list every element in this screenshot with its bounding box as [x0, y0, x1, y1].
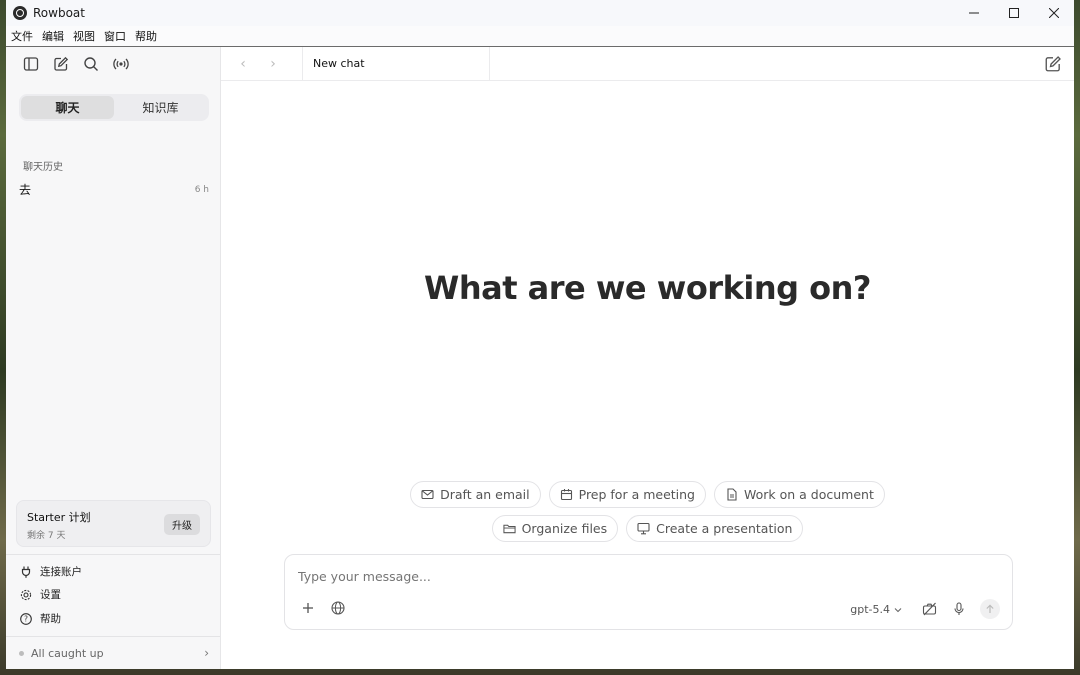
suggestion-work-document[interactable]: Work on a document [714, 481, 885, 508]
presentation-icon [637, 522, 650, 535]
suggestion-label: Work on a document [744, 487, 874, 502]
broadcast-icon[interactable] [111, 54, 131, 74]
tab-bar: ‹ › New chat [221, 46, 1074, 81]
suggestion-label: Organize files [521, 521, 608, 536]
plan-card: Starter 计划 剩余 7 天 升级 [16, 500, 211, 547]
back-arrow-icon[interactable]: ‹ [228, 56, 258, 72]
composer-actions: gpt-5.4 [850, 599, 1000, 619]
send-button[interactable] [980, 599, 1000, 619]
svg-text:?: ? [24, 614, 28, 623]
connect-accounts-label: 连接账户 [40, 566, 82, 578]
app-title: Rowboat [33, 6, 85, 20]
status-divider [6, 636, 220, 637]
sidebar: 聊天 知识库 聊天历史 去 6 h Starter 计划 剩余 7 天 升级 连… [6, 47, 221, 669]
compose-icon[interactable] [1044, 55, 1062, 73]
status-dot-icon [19, 650, 24, 656]
help-link[interactable]: ? 帮助 [20, 611, 61, 626]
main-area: 聊天 知识库 聊天历史 去 6 h Starter 计划 剩余 7 天 升级 连… [6, 46, 1074, 669]
chat-history-title: 去 [19, 183, 32, 197]
upgrade-button[interactable]: 升级 [164, 514, 200, 535]
camera-off-icon[interactable] [920, 600, 938, 618]
plug-icon [20, 566, 32, 578]
tab-knowledge-base[interactable]: 知识库 [114, 96, 207, 119]
minimize-button[interactable] [954, 0, 994, 26]
chat-history-item[interactable]: 去 6 h [19, 181, 209, 198]
suggestion-label: Draft an email [440, 487, 530, 502]
model-select[interactable]: gpt-5.4 [850, 603, 902, 616]
suggestion-draft-email[interactable]: Draft an email [410, 481, 541, 508]
sidebar-toolbar [6, 47, 220, 81]
window-controls [954, 0, 1074, 26]
mail-icon [421, 488, 434, 501]
sidebar-segmented-control: 聊天 知识库 [19, 94, 209, 121]
gear-icon [20, 589, 32, 601]
microphone-icon[interactable] [950, 600, 968, 618]
model-name: gpt-5.4 [850, 602, 890, 616]
menu-edit[interactable]: 编辑 [42, 28, 64, 44]
toggle-sidebar-icon[interactable] [21, 54, 41, 74]
title-bar: Rowboat [6, 0, 1074, 26]
suggestion-organize-files[interactable]: Organize files [491, 515, 619, 542]
chat-history-time: 6 h [194, 184, 209, 195]
suggestion-label: Create a presentation [656, 521, 793, 536]
sync-status[interactable]: All caught up › [19, 646, 209, 660]
help-icon: ? [20, 612, 32, 625]
app-window: Rowboat 文件 编辑 视图 窗口 帮助 聊天 知识库 聊天历史 去 6 h… [6, 0, 1074, 669]
globe-icon[interactable] [329, 599, 347, 617]
search-icon[interactable] [81, 54, 101, 74]
app-logo-icon [13, 6, 27, 20]
settings-link[interactable]: 设置 [20, 587, 61, 602]
maximize-icon [1009, 8, 1019, 18]
menu-help[interactable]: 帮助 [135, 28, 157, 44]
menu-file[interactable]: 文件 [11, 28, 33, 44]
help-label: 帮助 [40, 613, 61, 625]
arrow-up-icon [986, 604, 994, 613]
page-heading: What are we working on? [424, 269, 871, 307]
suggestion-prep-meeting[interactable]: Prep for a meeting [548, 481, 706, 508]
minimize-icon [969, 12, 979, 14]
maximize-button[interactable] [994, 0, 1034, 26]
calendar-icon [560, 488, 573, 501]
suggestion-create-presentation[interactable]: Create a presentation [626, 515, 804, 542]
message-composer: gpt-5.4 [284, 554, 1013, 630]
folder-icon [503, 522, 516, 535]
suggestion-label: Prep for a meeting [578, 487, 695, 502]
tab-new-chat[interactable]: New chat [302, 46, 490, 81]
sync-status-text: All caught up [31, 646, 104, 660]
chevron-right-icon: › [204, 646, 209, 660]
suggestion-chips: Draft an email Prep for a meeting Work o… [221, 481, 1074, 542]
settings-label: 设置 [40, 589, 61, 601]
chat-history-heading: 聊天历史 [23, 162, 63, 173]
document-icon [725, 488, 738, 501]
message-input[interactable] [298, 569, 898, 584]
new-chat-icon[interactable] [51, 54, 71, 74]
tab-chat[interactable]: 聊天 [21, 96, 114, 119]
forward-arrow-icon[interactable]: › [258, 56, 288, 72]
plus-icon[interactable] [299, 599, 317, 617]
menu-view[interactable]: 视图 [73, 28, 95, 44]
close-button[interactable] [1034, 0, 1074, 26]
close-icon [1049, 8, 1059, 18]
menu-bar: 文件 编辑 视图 窗口 帮助 [6, 26, 1074, 47]
chat-content: ‹ › New chat What are we working on? Dra… [221, 46, 1074, 669]
chevron-down-icon [894, 603, 902, 616]
tab-label: New chat [313, 57, 365, 70]
menu-window[interactable]: 窗口 [104, 28, 126, 44]
connect-accounts-link[interactable]: 连接账户 [20, 564, 82, 579]
sidebar-divider [6, 554, 220, 555]
composer-tools [299, 599, 347, 617]
